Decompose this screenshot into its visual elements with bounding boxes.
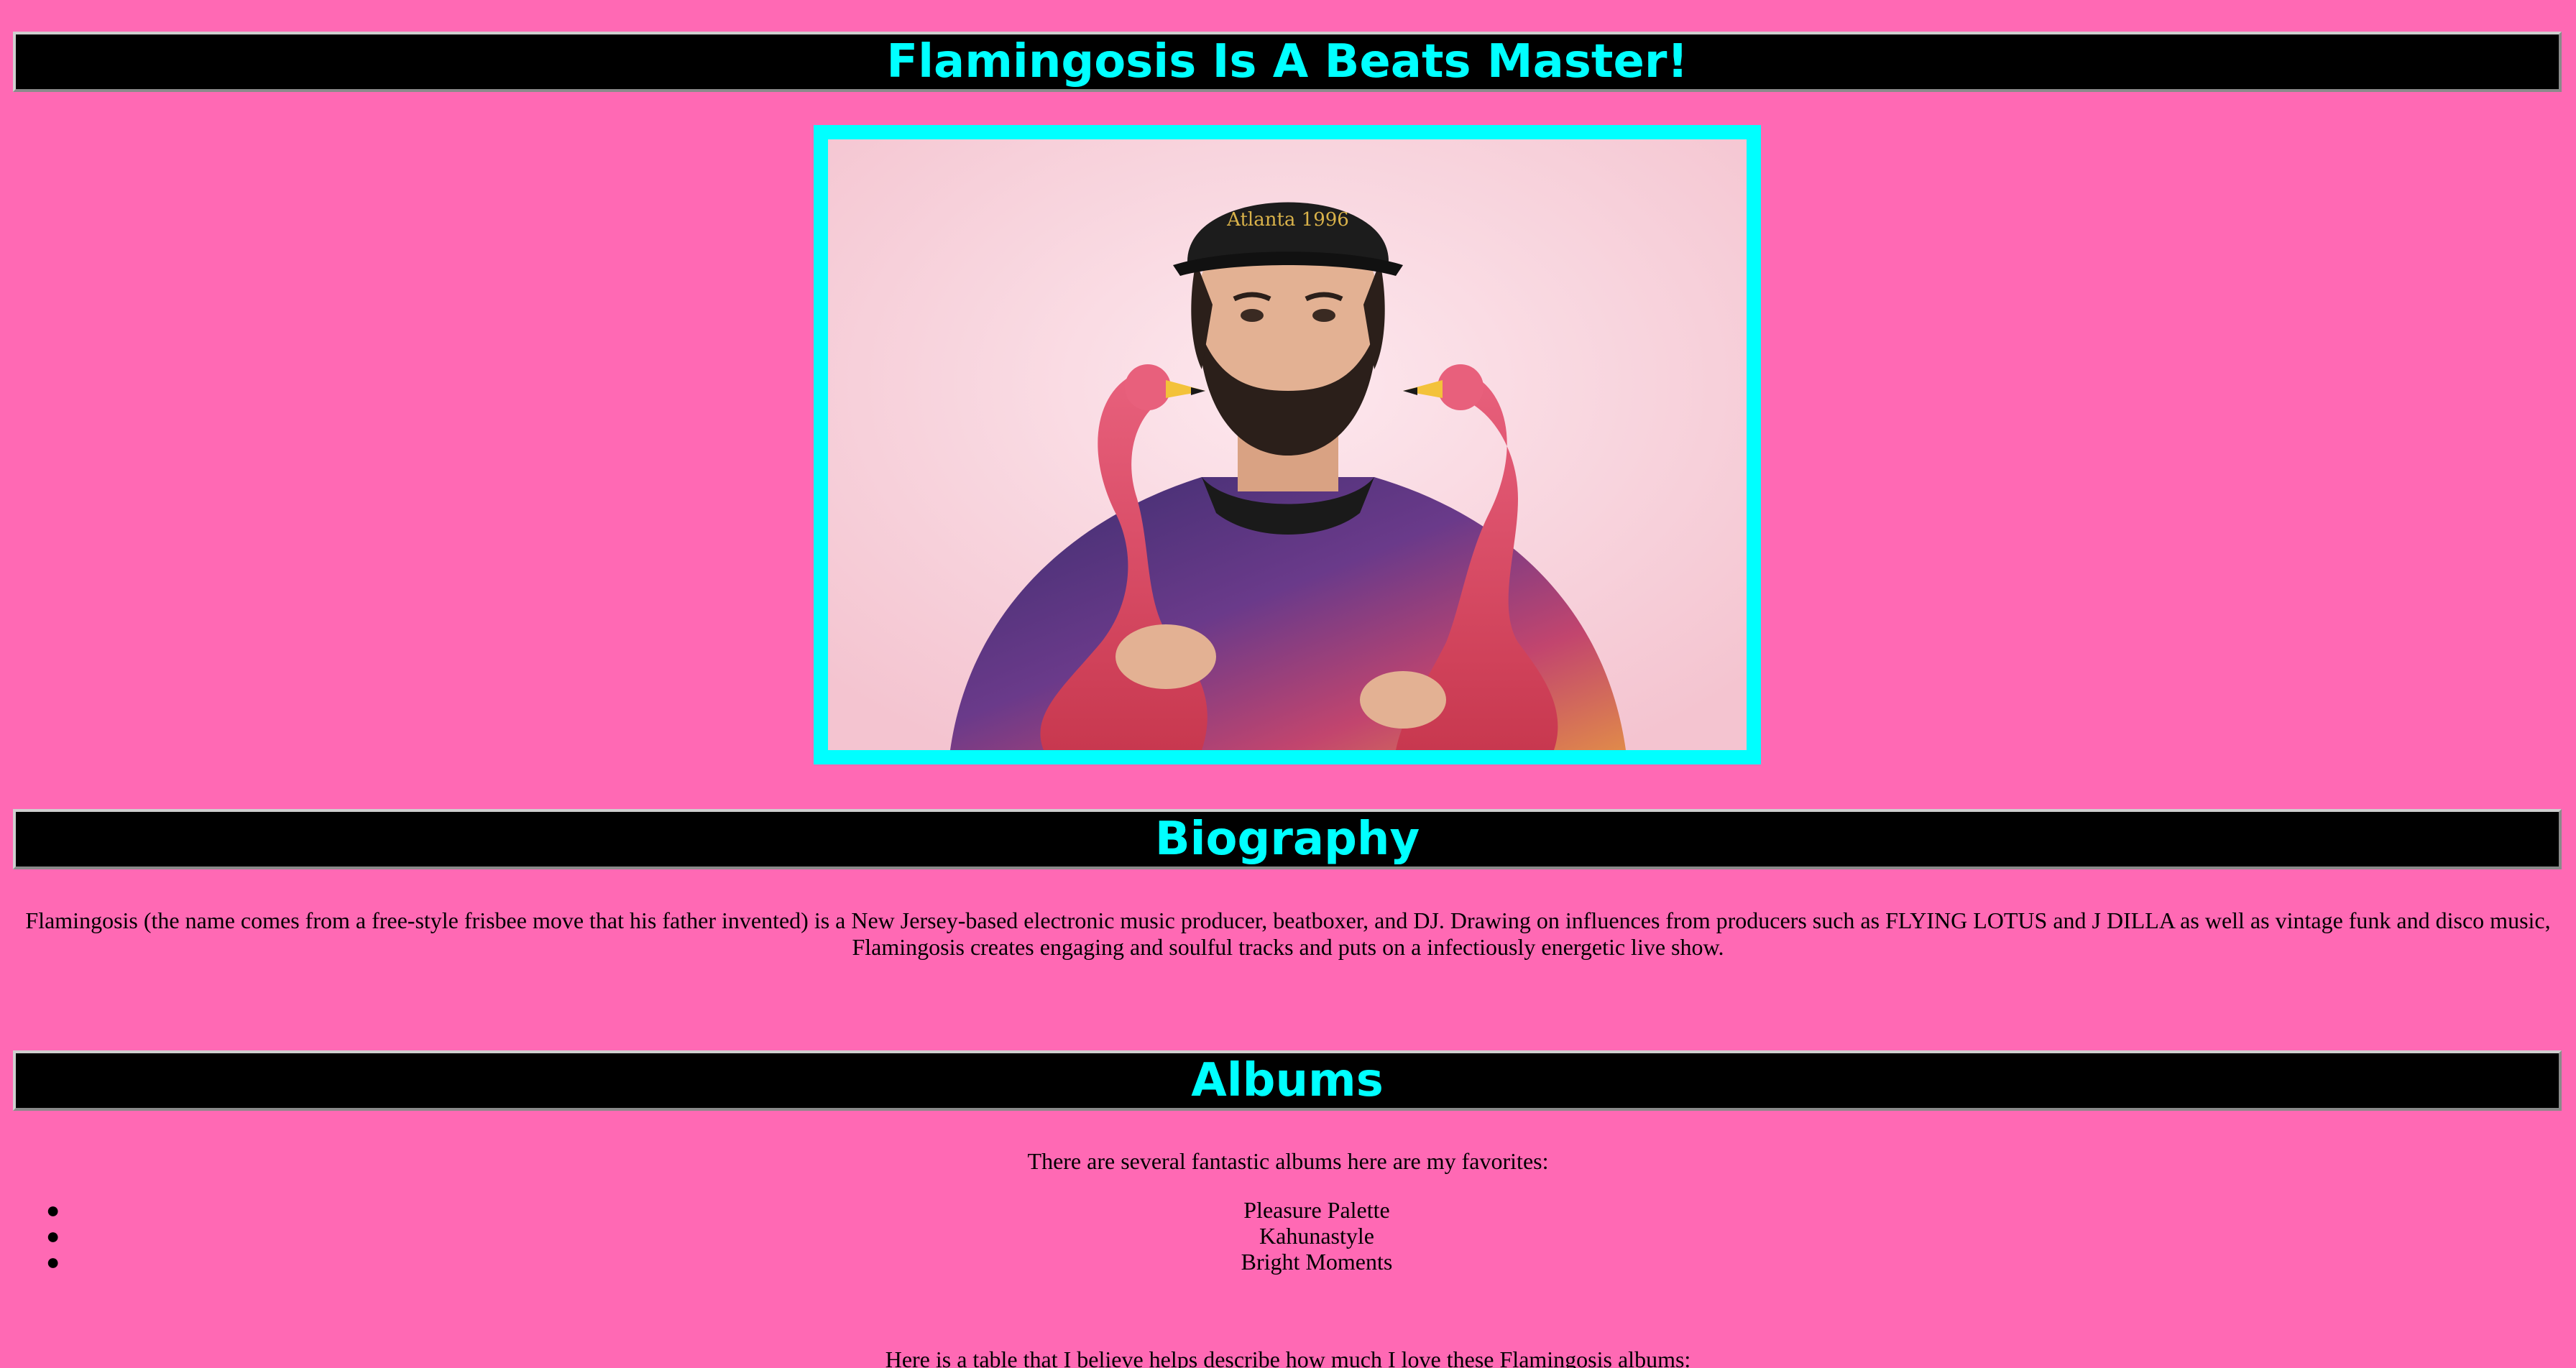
- page-title: Flamingosis Is A Beats Master!: [13, 32, 2562, 92]
- albums-heading: Albums: [13, 1050, 2562, 1111]
- album-label: Kahunastyle: [1259, 1223, 1374, 1249]
- list-item: ● Kahunastyle: [46, 1223, 2576, 1249]
- bullet-icon: ●: [46, 1197, 60, 1223]
- list-item: ● Pleasure Palette: [46, 1197, 2576, 1223]
- biography-heading: Biography: [13, 809, 2562, 869]
- table-intro-text: Here is a table that I believe helps des…: [885, 1346, 1691, 1368]
- artist-photo: Atlanta 1996: [814, 125, 1761, 764]
- bullet-icon: ●: [46, 1249, 60, 1275]
- bullet-icon: ●: [46, 1223, 60, 1249]
- biography-text: Flamingosis (the name comes from a free-…: [25, 907, 2551, 960]
- album-label: Pleasure Palette: [1243, 1197, 1390, 1223]
- albums-intro-text: There are several fantastic albums here …: [1027, 1148, 1549, 1174]
- cap-text: Atlanta 1996: [1226, 209, 1349, 231]
- list-item: ● Bright Moments: [46, 1249, 2576, 1275]
- albums-list: ● Pleasure Palette ● Kahunastyle ● Bright M…: [0, 1197, 2576, 1275]
- album-label: Bright Moments: [1241, 1249, 1393, 1275]
